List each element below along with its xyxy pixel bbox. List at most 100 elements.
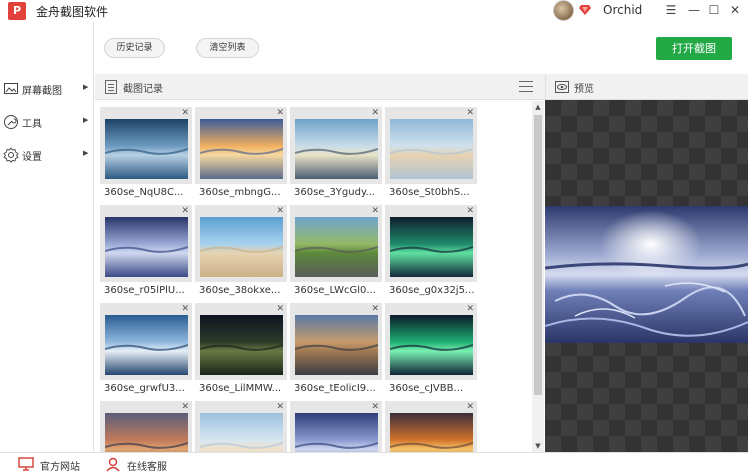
footer: 官方网站 在线客服: [0, 452, 748, 474]
remove-icon[interactable]: ✕: [371, 304, 379, 314]
remove-icon[interactable]: ✕: [181, 402, 189, 412]
username[interactable]: Orchid: [603, 3, 642, 17]
preview-title: 预览: [574, 84, 594, 95]
sidebar: 屏幕截图 ▶ 工具 ▶ 设置 ▶: [0, 22, 94, 452]
history-button[interactable]: 历史记录: [104, 38, 165, 58]
thumbnail-filename: 360se_LilMMW...: [199, 383, 282, 394]
chevron-right-icon: ▶: [83, 83, 89, 91]
website-link[interactable]: 官方网站: [18, 456, 88, 473]
vip-gem-icon[interactable]: [579, 4, 591, 16]
history-card[interactable]: ✕: [195, 401, 287, 452]
thumbnail-image[interactable]: [200, 217, 283, 277]
history-card[interactable]: ✕ 360se_NqU8C...: [100, 107, 192, 203]
app-title: 金舟截图软件: [36, 5, 109, 19]
thumbnail-filename: 360se_LWcGl0...: [294, 285, 376, 296]
preview-header: 预览: [545, 74, 748, 100]
history-card[interactable]: ✕: [385, 401, 477, 452]
thumbnail-filename: 360se_grwfU3...: [104, 383, 185, 394]
support-agent-icon: [106, 457, 120, 472]
remove-icon[interactable]: ✕: [466, 402, 474, 412]
sidebar-item-screenshot[interactable]: 屏幕截图 ▶: [3, 78, 91, 100]
open-screenshot-button[interactable]: 打开截图: [656, 37, 732, 60]
minimize-icon[interactable]: —: [686, 2, 702, 18]
monitor-icon: [18, 457, 34, 471]
history-card[interactable]: ✕: [290, 401, 382, 452]
sidebar-item-tools[interactable]: 工具 ▶: [3, 111, 91, 133]
scrollbar-thumb[interactable]: [534, 115, 542, 395]
thumbnail-image[interactable]: [295, 119, 378, 179]
app-logo: P: [8, 2, 26, 20]
thumbnail-filename: 360se_3Ygudy...: [294, 187, 375, 198]
toolbar: 历史记录 清空列表 打开截图: [95, 30, 748, 68]
thumbnail-image[interactable]: [295, 217, 378, 277]
history-grid: ✕ 360se_NqU8C... ✕ 360se_mbngG... ✕ 360se_3Yg…: [95, 101, 532, 452]
history-card[interactable]: ✕ 360se_38okxe...: [195, 205, 287, 301]
thumbnail-filename: 360se_38okxe...: [199, 285, 281, 296]
user-avatar[interactable]: [553, 0, 574, 21]
remove-icon[interactable]: ✕: [276, 206, 284, 216]
close-icon[interactable]: ✕: [727, 2, 743, 18]
thumbnail-image[interactable]: [200, 413, 283, 452]
remove-icon[interactable]: ✕: [466, 108, 474, 118]
thumbnail-image[interactable]: [105, 217, 188, 277]
remove-icon[interactable]: ✕: [466, 206, 474, 216]
menu-icon[interactable]: ☰: [663, 2, 679, 18]
chevron-right-icon: ▶: [83, 116, 89, 124]
thumbnail-image[interactable]: [390, 315, 473, 375]
remove-icon[interactable]: ✕: [371, 206, 379, 216]
thumbnail-filename: 360se_St0bhS...: [389, 187, 470, 198]
thumbnail-filename: 360se_mbngG...: [199, 187, 281, 198]
scroll-up-icon[interactable]: ▲: [532, 101, 544, 113]
eye-icon: [555, 81, 569, 93]
history-card[interactable]: ✕: [100, 401, 192, 452]
sidebar-item-label: 工具: [22, 119, 42, 130]
remove-icon[interactable]: ✕: [371, 402, 379, 412]
website-label: 官方网站: [40, 462, 80, 473]
history-header: 截图记录: [95, 74, 545, 100]
history-card[interactable]: ✕ 360se_LWcGl0...: [290, 205, 382, 301]
thumbnail-image[interactable]: [105, 413, 188, 452]
remove-icon[interactable]: ✕: [466, 304, 474, 314]
history-card[interactable]: ✕ 360se_grwfU3...: [100, 303, 192, 399]
clear-list-button[interactable]: 清空列表: [196, 38, 259, 58]
history-card[interactable]: ✕ 360se_LilMMW...: [195, 303, 287, 399]
remove-icon[interactable]: ✕: [181, 304, 189, 314]
history-card[interactable]: ✕ 360se_3Ygudy...: [290, 107, 382, 203]
remove-icon[interactable]: ✕: [276, 304, 284, 314]
history-card[interactable]: ✕ 360se_mbngG...: [195, 107, 287, 203]
screen-icon: [4, 83, 18, 94]
thumbnail-image[interactable]: [390, 119, 473, 179]
support-label: 在线客服: [127, 462, 167, 473]
history-card[interactable]: ✕ 360se_cJVBB...: [385, 303, 477, 399]
maximize-icon[interactable]: ☐: [706, 2, 722, 18]
scroll-down-icon[interactable]: ▼: [532, 440, 544, 452]
sidebar-item-settings[interactable]: 设置 ▶: [3, 144, 91, 166]
thumbnail-image[interactable]: [200, 315, 283, 375]
thumbnail-filename: 360se_NqU8C...: [104, 187, 184, 198]
remove-icon[interactable]: ✕: [371, 108, 379, 118]
sidebar-item-label: 屏幕截图: [22, 86, 62, 97]
thumbnail-image[interactable]: [390, 217, 473, 277]
thumbnail-image[interactable]: [295, 413, 378, 452]
history-card[interactable]: ✕ 360se_St0bhS...: [385, 107, 477, 203]
history-card[interactable]: ✕ 360se_g0x32j5...: [385, 205, 477, 301]
grid-scrollbar[interactable]: ▲ ▼: [532, 101, 544, 452]
tools-icon: [4, 115, 18, 129]
support-link[interactable]: 在线客服: [105, 456, 175, 473]
thumbnail-image[interactable]: [390, 413, 473, 452]
remove-icon[interactable]: ✕: [276, 402, 284, 412]
chevron-right-icon: ▶: [83, 149, 89, 157]
settings-icon: [3, 147, 19, 163]
thumbnail-filename: 360se_r05lPlU...: [104, 285, 185, 296]
list-view-icon[interactable]: [519, 81, 533, 93]
remove-icon[interactable]: ✕: [276, 108, 284, 118]
thumbnail-image[interactable]: [200, 119, 283, 179]
history-card[interactable]: ✕ 360se_r05lPlU...: [100, 205, 192, 301]
thumbnail-image[interactable]: [105, 119, 188, 179]
thumbnail-image[interactable]: [105, 315, 188, 375]
thumbnail-filename: 360se_tEolicI9...: [294, 383, 376, 394]
remove-icon[interactable]: ✕: [181, 206, 189, 216]
history-card[interactable]: ✕ 360se_tEolicI9...: [290, 303, 382, 399]
thumbnail-image[interactable]: [295, 315, 378, 375]
remove-icon[interactable]: ✕: [181, 108, 189, 118]
